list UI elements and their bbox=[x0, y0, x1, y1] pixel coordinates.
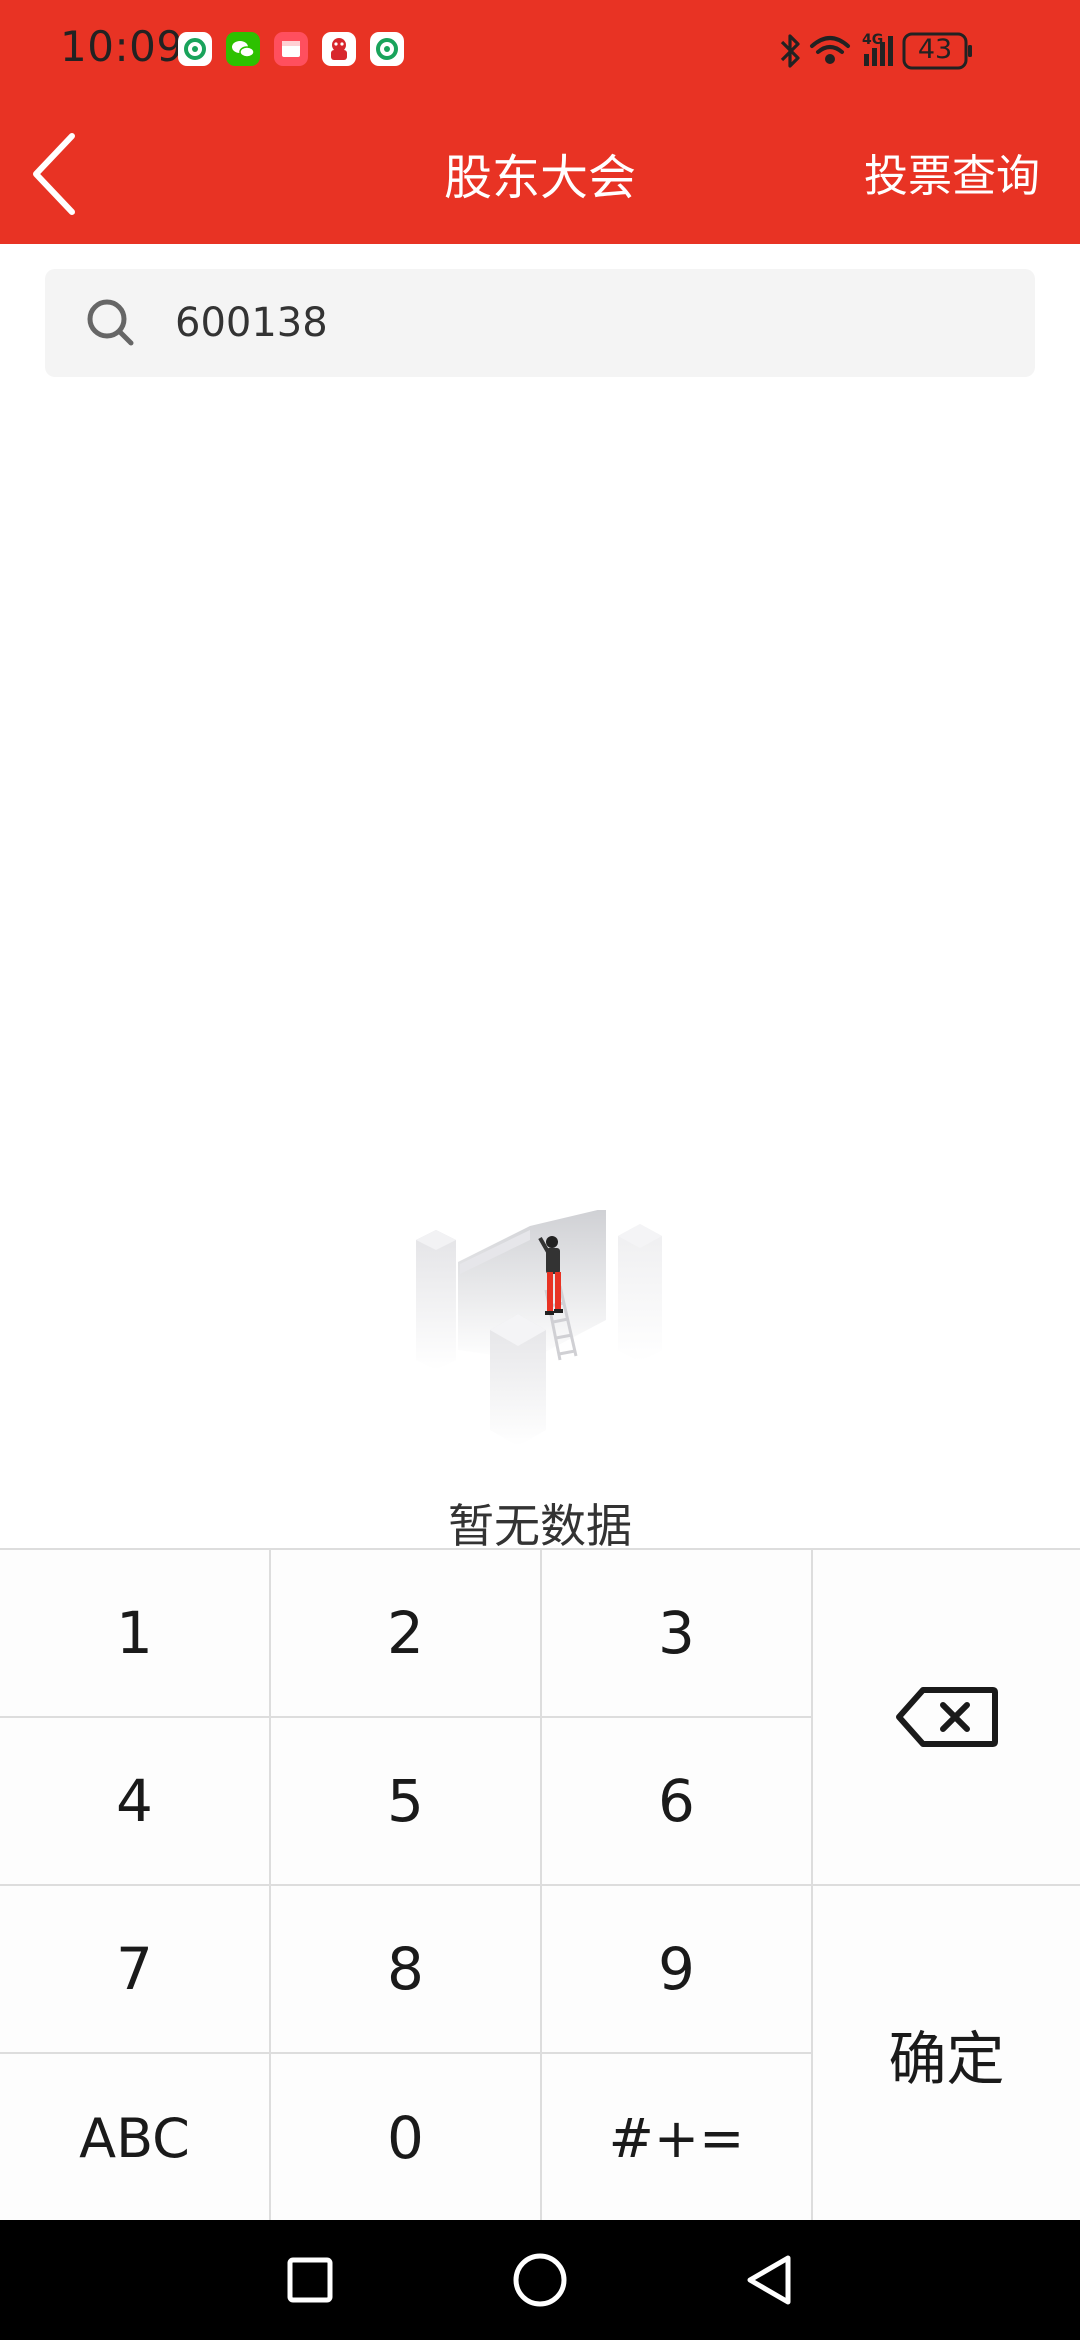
recents-square-icon[interactable] bbox=[272, 2242, 348, 2318]
key-9[interactable]: 9 bbox=[542, 1886, 813, 2054]
system-nav-bar bbox=[0, 2220, 1080, 2340]
key-6[interactable]: 6 bbox=[542, 1718, 813, 1886]
search-bar[interactable] bbox=[45, 269, 1035, 377]
key-4[interactable]: 4 bbox=[0, 1718, 271, 1886]
back-triangle-icon[interactable] bbox=[732, 2242, 808, 2318]
bluetooth-icon bbox=[780, 34, 800, 68]
calendar-icon bbox=[274, 32, 308, 66]
vote-query-link[interactable]: 投票查询 bbox=[864, 140, 1040, 204]
key-abc[interactable]: ABC bbox=[0, 2054, 271, 2222]
wifi-icon bbox=[810, 36, 850, 64]
home-circle-icon[interactable] bbox=[502, 2242, 578, 2318]
backspace-icon bbox=[895, 1687, 998, 1747]
shopping-icon bbox=[322, 32, 356, 66]
china-mobile-icon bbox=[370, 32, 404, 66]
back-button[interactable] bbox=[18, 124, 88, 224]
search-input[interactable] bbox=[175, 289, 995, 357]
key-8[interactable]: 8 bbox=[271, 1886, 542, 2054]
empty-state-illustration bbox=[390, 1208, 690, 1450]
chevron-left-icon bbox=[33, 133, 75, 215]
key-1[interactable]: 1 bbox=[0, 1550, 271, 1718]
battery-level: 43 bbox=[917, 34, 953, 65]
app-header: 10:09 4G 43 股东大会 投票查询 bbox=[0, 0, 1080, 244]
status-time: 10:09 bbox=[60, 22, 184, 71]
wechat-icon bbox=[226, 32, 260, 66]
search-icon bbox=[87, 299, 134, 346]
delete-key[interactable] bbox=[813, 1550, 1080, 1886]
empty-state-message: 暂无数据 bbox=[448, 1499, 632, 1553]
key-symbols[interactable]: #+= bbox=[542, 2054, 813, 2222]
china-mobile-icon bbox=[178, 32, 212, 66]
key-3[interactable]: 3 bbox=[542, 1550, 813, 1718]
system-status-icons: 4G 43 bbox=[778, 28, 1018, 74]
key-7[interactable]: 7 bbox=[0, 1886, 271, 2054]
confirm-key[interactable]: 确定 bbox=[813, 1886, 1080, 2222]
key-0[interactable]: 0 bbox=[271, 2054, 542, 2222]
key-2[interactable]: 2 bbox=[271, 1550, 542, 1718]
key-5[interactable]: 5 bbox=[271, 1718, 542, 1886]
numeric-keypad: 1 2 3 4 5 6 7 8 9 ABC 0 #+= 确定 bbox=[0, 1548, 1080, 2222]
